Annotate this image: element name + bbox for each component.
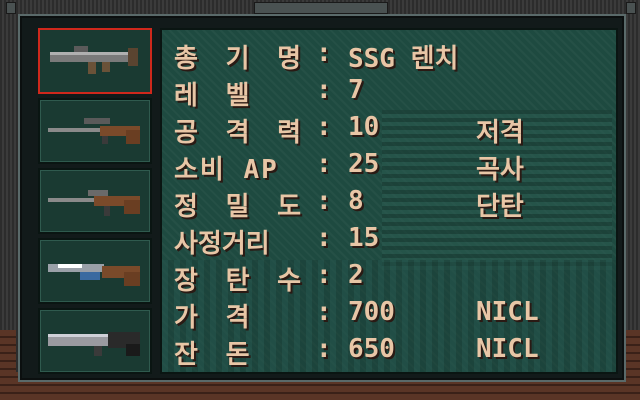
stat-row-accuracy: 정 밀 도 : 8 단탄 — [162, 184, 616, 222]
shotgun-icon — [48, 264, 140, 286]
sniper-rifle-icon — [48, 118, 140, 144]
stat-row-balance: 잔 돈 : 650 NICL — [162, 332, 616, 370]
stat-colon: : — [316, 334, 332, 364]
brick-wall-left — [0, 330, 16, 400]
stat-extra: NICL — [476, 297, 539, 327]
stat-colon: : — [316, 75, 332, 105]
stat-value: 700 — [348, 297, 395, 327]
top-frame-rivets — [0, 0, 640, 14]
stat-value: 25 — [348, 149, 380, 179]
stat-row-magazine: 장 탄 수 : 2 — [162, 258, 616, 296]
stat-row-level: 레 벨 : 7 — [162, 73, 616, 111]
weapon-slot-sniper-rifle[interactable] — [38, 98, 152, 164]
stat-extra: 단탄 — [476, 192, 524, 222]
stat-value: 8 — [348, 186, 364, 216]
stat-extra: NICL — [476, 334, 539, 364]
stat-colon: : — [316, 260, 332, 290]
stat-value: 7 — [348, 75, 364, 105]
weapon-slot-shotgun[interactable] — [38, 238, 152, 304]
stat-value: 15 — [348, 223, 380, 253]
weapon-slot-rocket-launcher[interactable] — [38, 28, 152, 94]
heavy-gun-icon — [48, 332, 140, 356]
stat-label: 가 격 — [174, 303, 256, 333]
stat-colon: : — [316, 297, 332, 327]
stat-label: 장 탄 수 — [174, 266, 308, 296]
stat-label: 레 벨 — [174, 81, 256, 111]
stat-label: 사정거리 — [174, 229, 270, 259]
stat-row-ap-cost: 소비 AP : 25 곡사 — [162, 147, 616, 185]
rocket-launcher-icon — [50, 46, 138, 74]
stat-extra: 곡사 — [476, 155, 524, 185]
stat-extra: 저격 — [476, 118, 524, 148]
stat-colon: : — [316, 149, 332, 179]
stat-label: 소비 AP — [174, 155, 279, 185]
stat-label: 총 기 명 — [174, 44, 308, 74]
stat-colon: : — [316, 186, 332, 216]
brick-wall-right — [624, 330, 640, 400]
assault-rifle-icon — [48, 190, 140, 216]
stat-value: 2 — [348, 260, 364, 290]
stat-value: 650 — [348, 334, 395, 364]
weapon-slot-assault-rifle[interactable] — [38, 168, 152, 234]
stat-label: 공 격 력 — [174, 118, 308, 148]
weapon-stats-panel: 총 기 명 : SSG 렌치 레 벨 : 7 공 격 력 : 10 저격 소비 … — [160, 28, 618, 374]
stat-row-price: 가 격 : 700 NICL — [162, 295, 616, 333]
stat-label: 정 밀 도 — [174, 192, 308, 222]
stat-colon: : — [316, 112, 332, 142]
stat-row-weapon-name: 총 기 명 : SSG 렌치 — [162, 36, 616, 74]
weapon-slot-heavy-gun[interactable] — [38, 308, 152, 374]
stat-label: 잔 돈 — [174, 340, 256, 370]
stat-row-attack: 공 격 력 : 10 저격 — [162, 110, 616, 148]
stat-colon: : — [316, 38, 332, 68]
stat-value: 10 — [348, 112, 380, 142]
stat-row-range: 사정거리 : 15 — [162, 221, 616, 259]
stat-colon: : — [316, 223, 332, 253]
stat-value: SSG 렌치 — [348, 44, 459, 74]
